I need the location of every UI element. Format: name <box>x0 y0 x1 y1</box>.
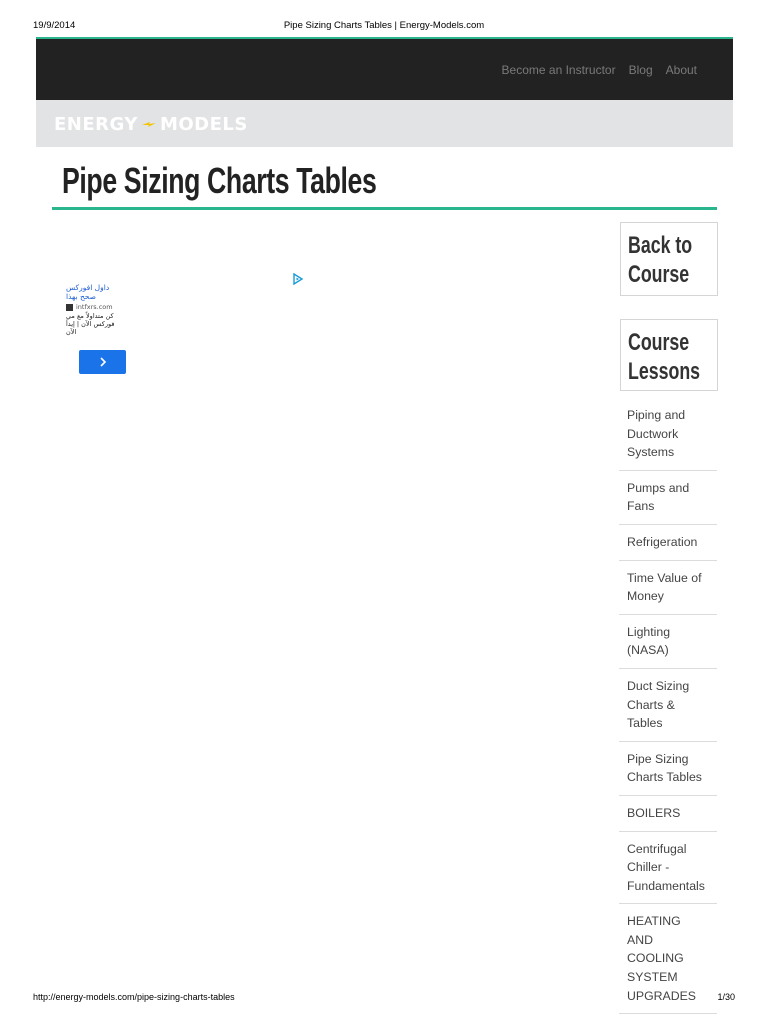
lesson-item[interactable]: Pipe Sizing Charts Tables <box>619 742 717 796</box>
ad-text: كن متداولاً مع مي فوركس الآن | إيدأ الآن <box>66 312 115 336</box>
chevron-right-icon <box>98 353 108 372</box>
ad-title[interactable]: داول افوركس صحح بهذا <box>66 283 118 301</box>
back-to-course-label: Back to Course <box>628 232 693 288</box>
logo-text-left: ENERGY <box>54 114 138 135</box>
course-lessons-label: Course Lessons <box>628 329 701 385</box>
lesson-item[interactable]: Centrifugal Chiller - Fundamentals <box>619 832 717 905</box>
lesson-item[interactable]: Piping and Ductwork Systems <box>619 398 717 471</box>
page-title: Pipe Sizing Charts Tables <box>62 160 377 201</box>
print-doc-title: Pipe Sizing Charts Tables | Energy-Model… <box>283 20 485 31</box>
nav-links: Become an Instructor Blog About <box>502 63 697 77</box>
nav-link-become-instructor[interactable]: Become an Instructor <box>502 63 616 77</box>
lesson-item[interactable]: Duct Sizing Charts & Tables <box>619 669 717 742</box>
print-url: http://energy-models.com/pipe-sizing-cha… <box>33 992 235 1002</box>
lesson-item[interactable]: Time Value of Money <box>619 561 717 615</box>
logo-text-right: MODELS <box>159 114 248 135</box>
nav-link-blog[interactable]: Blog <box>629 63 653 77</box>
ad-domain-row: intfxrs.com <box>66 303 136 311</box>
course-lessons-heading: Course Lessons <box>620 319 718 391</box>
top-navbar: Become an Instructor Blog About <box>36 39 733 100</box>
advertisement[interactable]: داول افوركس صحح بهذا intfxrs.com كن متدا… <box>66 283 136 378</box>
bolt-icon <box>141 115 157 134</box>
site-logo[interactable]: ENERGY MODELS <box>54 114 248 135</box>
ad-button[interactable] <box>79 350 126 374</box>
nav-link-about[interactable]: About <box>666 63 697 77</box>
logo-band: ENERGY MODELS <box>36 100 733 147</box>
lesson-item[interactable]: Lighting (NASA) <box>619 615 717 669</box>
print-header: 19/9/2014 Pipe Sizing Charts Tables | En… <box>0 0 768 36</box>
lesson-list: Piping and Ductwork Systems Pumps and Fa… <box>619 398 717 1015</box>
lesson-item[interactable]: BOILERS <box>619 796 717 832</box>
print-page-number: 1/30 <box>717 992 735 1002</box>
lesson-item[interactable]: HEATING AND COOLING SYSTEM UPGRADES <box>619 904 717 1015</box>
title-rule <box>52 207 717 210</box>
lesson-item[interactable]: Refrigeration <box>619 525 717 561</box>
lesson-item[interactable]: Pumps and Fans <box>619 471 717 525</box>
back-to-course-button[interactable]: Back to Course <box>620 222 718 296</box>
ad-choices-icon[interactable] <box>292 272 304 286</box>
ad-favicon-icon <box>66 303 73 311</box>
ad-domain: intfxrs.com <box>76 303 113 311</box>
